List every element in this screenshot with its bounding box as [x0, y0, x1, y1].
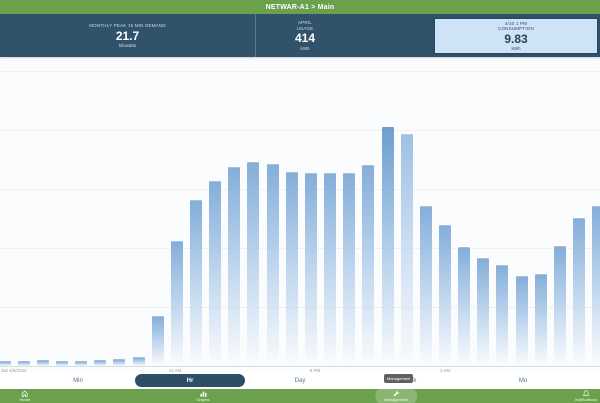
- nav-item-graphs[interactable]: Graphs: [196, 389, 209, 403]
- stat-value: 414: [295, 32, 315, 45]
- stat-unit: kilowatts: [119, 43, 136, 48]
- tab-hr[interactable]: Hr: [135, 374, 245, 387]
- tooltip: Management: [384, 374, 413, 383]
- bar[interactable]: [247, 162, 259, 366]
- bar[interactable]: [420, 206, 432, 366]
- stat-card-monthly-peak: MONTHLY PEAK 15 MIN DEMAND 21.7 kilowatt…: [0, 14, 256, 57]
- gridline: [0, 248, 600, 249]
- bar[interactable]: [267, 164, 279, 366]
- bar[interactable]: [152, 316, 164, 366]
- stat-label: APRILUSAGE: [297, 20, 314, 31]
- tab-day[interactable]: Day: [280, 374, 320, 387]
- gridline: [0, 130, 600, 131]
- page-title: NETWAR-A1 > Main: [266, 4, 335, 11]
- stat-unit: kWh: [301, 46, 310, 51]
- consumption-bar-chart: Sat 4/9/202211 AM5 PM1 AM: [0, 57, 600, 372]
- stat-card-selected-hour-consumption: 4/10 1 PMCONSUMPTION 9.83 kWh: [433, 17, 599, 55]
- nav-item-label: Graphs: [196, 398, 209, 402]
- bar[interactable]: [362, 165, 374, 366]
- bar[interactable]: [305, 173, 317, 366]
- tab-mo[interactable]: Mo: [503, 374, 543, 387]
- bar[interactable]: [477, 258, 489, 366]
- stat-value: 21.7: [116, 30, 139, 43]
- nav-item-notifications[interactable]: Notifications: [575, 389, 597, 403]
- bar[interactable]: [190, 200, 202, 366]
- stat-value: 9.83: [504, 33, 527, 46]
- stat-unit: kWh: [512, 46, 521, 51]
- gridline: [0, 189, 600, 190]
- bar[interactable]: [343, 173, 355, 366]
- stat-card-april-usage: APRILUSAGE 414 kWh: [255, 14, 355, 57]
- bar[interactable]: [554, 246, 566, 366]
- gridline: [0, 307, 600, 308]
- interval-tab-bar: MinHrDayWkMo: [0, 372, 600, 389]
- bar[interactable]: [535, 274, 547, 366]
- bar[interactable]: [439, 225, 451, 366]
- nav-item-home[interactable]: Home: [20, 389, 31, 403]
- bar[interactable]: [228, 167, 240, 366]
- bar[interactable]: [401, 134, 413, 366]
- stat-label: MONTHLY PEAK 15 MIN DEMAND: [89, 23, 166, 29]
- bar[interactable]: [209, 181, 221, 366]
- tab-min[interactable]: Min: [58, 374, 98, 387]
- stat-label: 4/10 1 PMCONSUMPTION: [498, 21, 534, 32]
- bar[interactable]: [592, 206, 600, 366]
- bar[interactable]: [458, 247, 470, 366]
- energy-dashboard: NETWAR-A1 > Main MONTHLY PEAK 15 MIN DEM…: [0, 0, 600, 403]
- tooltip-text: Management: [387, 376, 410, 381]
- nav-item-label: Home: [20, 398, 31, 402]
- nav-item-label: Notifications: [575, 398, 597, 402]
- bottom-nav-bar: Home Graphs Management Notifications: [0, 389, 600, 403]
- bar[interactable]: [133, 357, 145, 366]
- nav-item-management[interactable]: Management: [384, 389, 407, 403]
- bar[interactable]: [324, 173, 336, 366]
- stats-bar: MONTHLY PEAK 15 MIN DEMAND 21.7 kilowatt…: [0, 14, 600, 57]
- bar[interactable]: [496, 265, 508, 366]
- bar[interactable]: [286, 172, 298, 366]
- bar[interactable]: [516, 276, 528, 366]
- bar[interactable]: [113, 359, 125, 366]
- nav-item-label: Management: [384, 398, 407, 402]
- x-axis-line: [0, 366, 600, 367]
- bar[interactable]: [171, 241, 183, 366]
- bar-selected[interactable]: [382, 127, 394, 366]
- bar[interactable]: [573, 218, 585, 366]
- app-title-bar: NETWAR-A1 > Main: [0, 0, 600, 14]
- gridline: [0, 71, 600, 72]
